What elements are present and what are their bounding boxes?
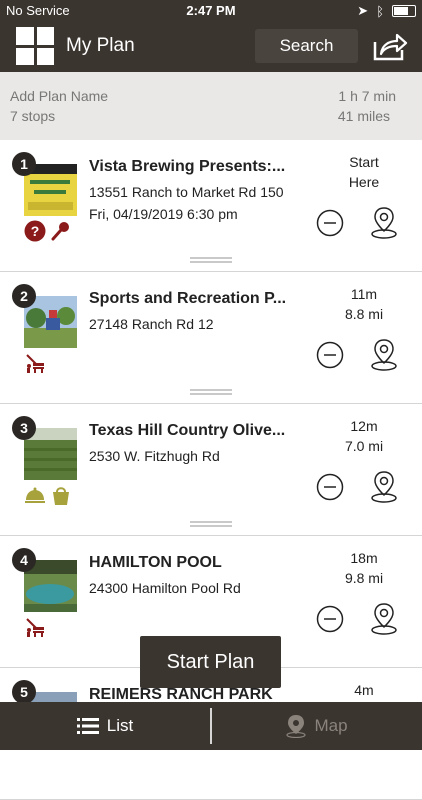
travel-distance: 7.0 mi xyxy=(344,438,384,454)
status-icons: ➤ ᛒ xyxy=(357,3,416,19)
tab-map[interactable]: Map xyxy=(212,702,422,750)
plan-summary: Add Plan Name 7 stops 1 h 7 min 41 miles xyxy=(0,72,422,140)
total-distance: 41 miles xyxy=(337,108,390,124)
microphone-icon xyxy=(51,222,69,241)
dining-icon xyxy=(25,487,45,503)
travel-label-top: Start xyxy=(349,154,379,170)
travel-time: 4m xyxy=(354,682,374,698)
map-pin-icon[interactable] xyxy=(370,470,398,504)
remove-stop-icon[interactable] xyxy=(316,209,344,237)
map-pin-icon[interactable] xyxy=(370,602,398,636)
category-icons: ? xyxy=(24,220,72,242)
location-arrow-icon: ➤ xyxy=(357,3,369,18)
stop-address: 24300 Hamilton Pool Rd xyxy=(89,580,241,596)
drag-handle[interactable] xyxy=(190,389,232,395)
travel-distance: 8.8 mi xyxy=(344,306,384,322)
stop-address: 13551 Ranch to Market Rd 150 xyxy=(89,184,284,200)
map-pin-icon[interactable] xyxy=(370,338,398,372)
stop-name[interactable]: HAMILTON POOL xyxy=(89,554,304,572)
list-icon xyxy=(76,718,99,734)
share-icon[interactable] xyxy=(372,32,408,62)
app-header: My Plan Search xyxy=(0,22,422,72)
map-pin-icon xyxy=(286,715,307,738)
search-button[interactable]: Search xyxy=(255,29,358,63)
category-icons xyxy=(24,616,46,638)
remove-stop-icon[interactable] xyxy=(316,605,344,633)
tab-list[interactable]: List xyxy=(0,702,210,750)
stop-row[interactable]: 2 Sports and Recreation P... 27148 Ranch… xyxy=(0,272,422,404)
stop-date: Fri, 04/19/2019 6:30 pm xyxy=(89,206,238,222)
bluetooth-icon: ᛒ xyxy=(376,3,384,19)
tab-map-label: Map xyxy=(314,716,348,735)
bottom-tab-bar: List Map xyxy=(0,702,422,750)
page-title: My Plan xyxy=(66,35,135,56)
park-bench-icon xyxy=(26,354,44,373)
plan-name-input[interactable]: Add Plan Name xyxy=(10,88,108,104)
stop-number-badge: 3 xyxy=(12,416,36,440)
question-icon: ? xyxy=(24,220,46,242)
stop-number-badge: 2 xyxy=(12,284,36,308)
stop-name[interactable]: Texas Hill Country Olive... xyxy=(89,422,304,440)
total-duration: 1 h 7 min xyxy=(338,88,396,104)
travel-label-bottom: Here xyxy=(348,174,380,190)
start-plan-button[interactable]: Start Plan xyxy=(140,636,281,688)
category-icons xyxy=(24,352,46,374)
remove-stop-icon[interactable] xyxy=(316,341,344,369)
stop-number-badge: 4 xyxy=(12,548,36,572)
travel-distance: 9.8 mi xyxy=(344,570,384,586)
tab-list-label: List xyxy=(106,716,134,735)
stop-row[interactable]: 3 Texas Hill Country Olive... 2530 W. Fi… xyxy=(0,404,422,536)
stop-address: 2530 W. Fitzhugh Rd xyxy=(89,448,220,464)
map-pin-icon[interactable] xyxy=(370,206,398,240)
category-icons xyxy=(24,484,72,506)
stop-number-badge: 5 xyxy=(12,680,36,704)
stop-address: 27148 Ranch Rd 12 xyxy=(89,316,214,332)
stop-name[interactable]: Vista Brewing Presents:... xyxy=(89,158,304,176)
menu-grid-icon[interactable] xyxy=(16,27,54,65)
stop-row[interactable]: 1 ? Vista Brewing Presents:... 13551 Ran… xyxy=(0,140,422,272)
shopping-bag-icon xyxy=(53,487,69,505)
travel-time: 18m xyxy=(350,550,378,566)
stop-number-badge: 1 xyxy=(12,152,36,176)
travel-time: 11m xyxy=(350,286,378,302)
battery-icon xyxy=(392,5,416,17)
park-bench-icon xyxy=(26,618,44,637)
stops-count: 7 stops xyxy=(10,108,56,124)
drag-handle[interactable] xyxy=(190,257,232,263)
svg-text:?: ? xyxy=(31,223,40,239)
drag-handle[interactable] xyxy=(190,521,232,527)
remove-stop-icon[interactable] xyxy=(316,473,344,501)
status-bar: No Service 2:47 PM ➤ ᛒ xyxy=(0,0,422,22)
travel-time: 12m xyxy=(350,418,378,434)
stop-name[interactable]: Sports and Recreation P... xyxy=(89,290,304,308)
